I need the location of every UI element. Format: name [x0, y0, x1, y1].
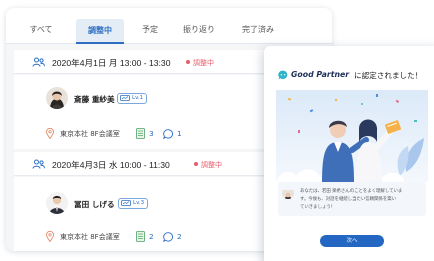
chat-level-icon — [121, 200, 131, 206]
meeting-datetime: 2020年4月3日 水 10:00 - 11:30 — [52, 160, 170, 170]
comment-icon — [163, 129, 173, 139]
message-line: ていきましょう！ — [300, 205, 336, 210]
person-name: 冨田 しげる — [74, 200, 115, 209]
document-icon — [136, 128, 145, 139]
good-partner-logo-icon — [278, 70, 288, 80]
meeting-meta: 東京本社 8F会議室 3 1 — [46, 128, 286, 140]
message-box: あなたは、若田 楽希さんのことをよく理解していま す。今後も、対話を継続し当たい… — [278, 182, 426, 216]
tab-all[interactable]: すべて — [20, 8, 62, 44]
level-badge: Lv.1 — [117, 93, 148, 104]
message-line: あなたは、若田 楽希さんのことをよく理解していま — [300, 189, 403, 194]
partner-avatar — [282, 187, 294, 199]
title-text: に認定されました！ — [354, 71, 423, 80]
modal-title: Good Partner に認定されました！ — [278, 70, 434, 82]
tab-completed[interactable]: 完了済み — [232, 8, 284, 44]
location-pin-icon — [46, 128, 54, 139]
document-icon — [136, 231, 145, 242]
meeting-meta: 東京本社 8F会議室 2 2 — [46, 231, 286, 243]
meeting-datetime: 2020年4月1日 月 13:00 - 13:30 — [52, 58, 171, 68]
chat-level-icon — [120, 95, 130, 101]
avatar — [46, 192, 68, 214]
meeting-room: 東京本社 8F会議室 — [60, 233, 120, 241]
comment-count: 1 — [177, 129, 182, 138]
meeting-room: 東京本社 8F会議室 — [60, 130, 120, 138]
status-badge: 調整中 — [194, 160, 222, 170]
next-button[interactable]: 次へ — [320, 235, 384, 247]
status-tabs: すべて 調整中 予定 振り返り 完了済み — [6, 8, 332, 44]
people-icon — [32, 159, 45, 169]
tab-scheduled[interactable]: 予定 — [132, 8, 168, 44]
person-name: 斎藤 重紗美 — [74, 95, 115, 104]
location-pin-icon — [46, 231, 54, 242]
message-line: す。今後も、対話を継続し当たい信頼関係を築い — [300, 197, 397, 202]
comment-count: 2 — [177, 232, 182, 241]
people-icon — [32, 57, 45, 67]
status-badge: 調整中 — [186, 58, 214, 68]
brand-name: Good Partner — [291, 70, 350, 79]
comment-icon — [163, 232, 173, 242]
tab-review[interactable]: 振り返り — [174, 8, 224, 44]
avatar — [46, 87, 68, 109]
tab-adjusting[interactable]: 調整中 — [76, 19, 124, 44]
level-badge: Lv.3 — [118, 198, 149, 209]
document-count: 3 — [149, 129, 154, 138]
document-count: 2 — [149, 232, 154, 241]
certification-modal: Good Partner に認定されました！ あなたは、若田 楽希さんのことをよ… — [264, 46, 434, 261]
